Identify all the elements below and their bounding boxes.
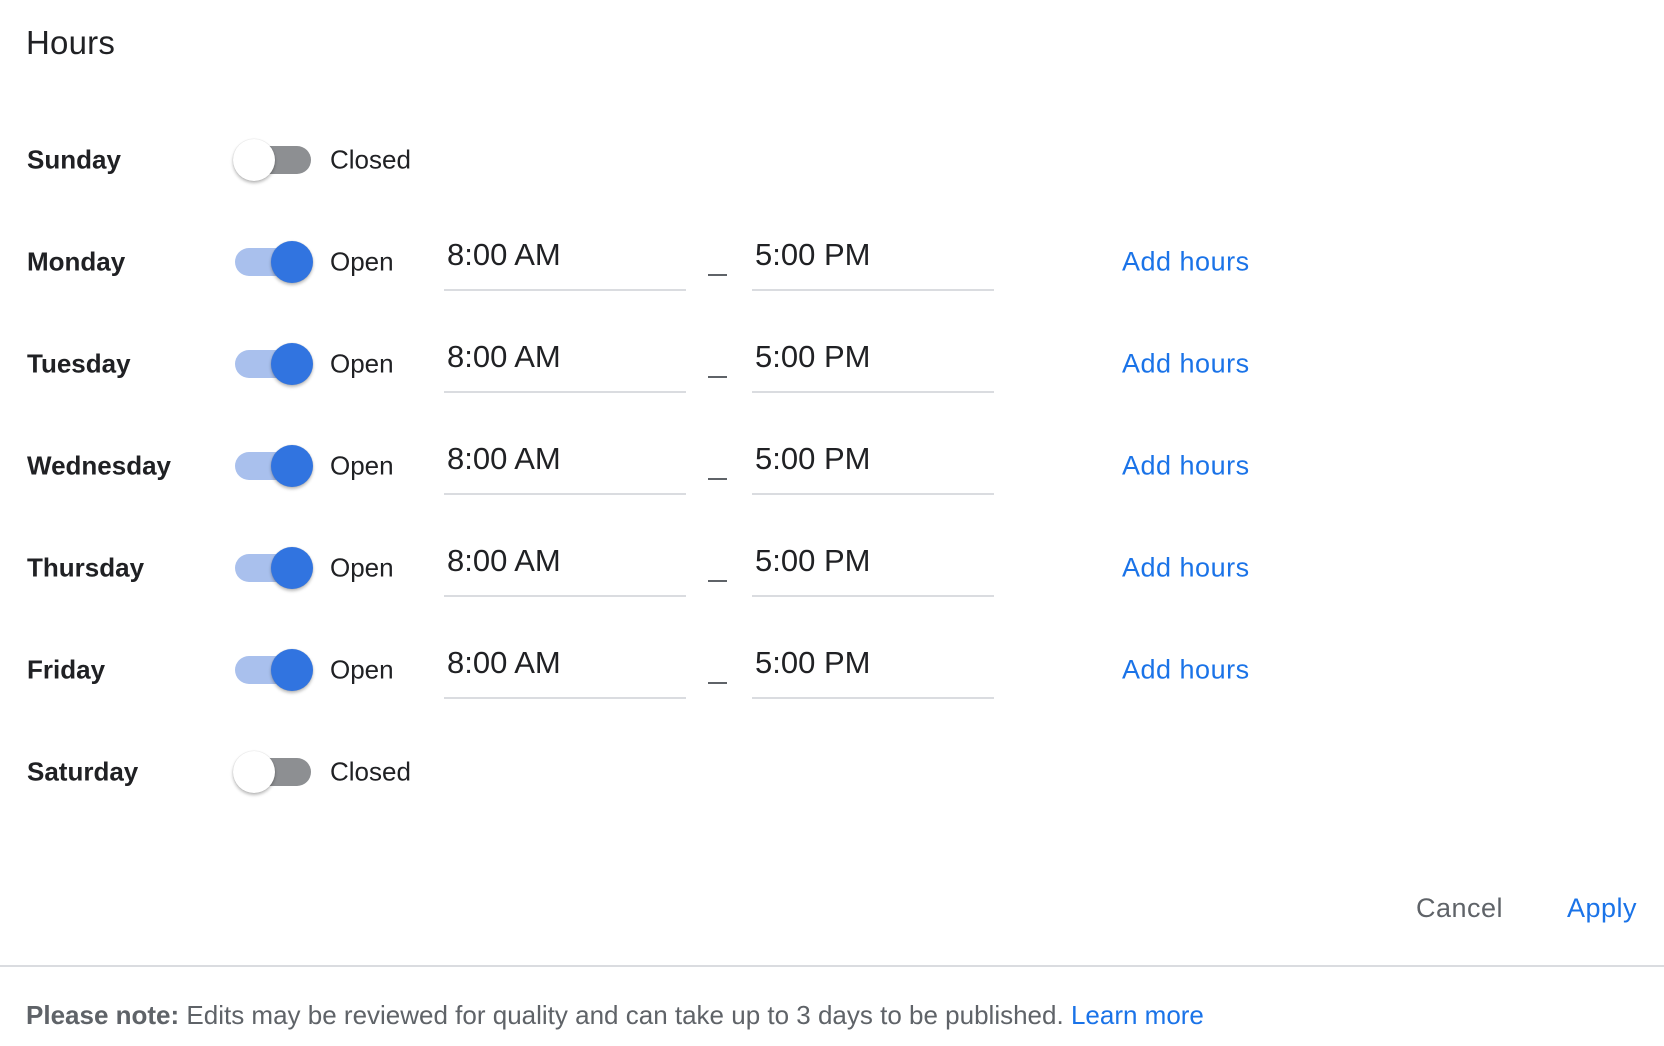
open-toggle[interactable] (235, 649, 313, 691)
range-dash (708, 682, 727, 684)
close-time-value: 5:00 PM (755, 237, 871, 272)
close-time-input[interactable]: 5:00 PM (752, 335, 994, 393)
note-text: Edits may be reviewed for quality and ca… (179, 1000, 1071, 1030)
day-label: Monday (27, 246, 126, 277)
close-time-value: 5:00 PM (755, 441, 871, 476)
day-row-tuesday: Tuesday Open 8:00 AM 5:00 PM Add hours (0, 329, 1664, 399)
open-time-input[interactable]: 8:00 AM (444, 539, 686, 597)
open-toggle[interactable] (235, 241, 313, 283)
open-state-label: Open (330, 246, 394, 277)
open-time-input[interactable]: 8:00 AM (444, 437, 686, 495)
open-time-value: 8:00 AM (447, 645, 561, 680)
open-toggle[interactable] (233, 139, 311, 181)
dialog-title: Hours (26, 24, 116, 61)
close-time-value: 5:00 PM (755, 645, 871, 680)
apply-button[interactable]: Apply (1567, 893, 1637, 924)
close-time-input[interactable]: 5:00 PM (752, 539, 994, 597)
open-state-label: Open (330, 552, 394, 583)
open-state-label: Open (330, 450, 394, 481)
toggle-knob (271, 649, 313, 691)
divider (0, 965, 1664, 967)
open-toggle[interactable] (233, 751, 311, 793)
close-time-value: 5:00 PM (755, 339, 871, 374)
day-label: Sunday (27, 144, 121, 175)
cancel-button[interactable]: Cancel (1416, 893, 1503, 924)
range-dash (708, 478, 727, 480)
open-state-label: Open (330, 654, 394, 685)
open-toggle[interactable] (235, 547, 313, 589)
day-label: Saturday (27, 756, 139, 787)
day-row-friday: Friday Open 8:00 AM 5:00 PM Add hours (0, 635, 1664, 705)
toggle-knob (233, 139, 275, 181)
day-label: Tuesday (27, 348, 131, 379)
footer-note: Please note: Edits may be reviewed for q… (26, 1000, 1204, 1031)
day-row-monday: Monday Open 8:00 AM 5:00 PM Add hours (0, 227, 1664, 297)
day-row-thursday: Thursday Open 8:00 AM 5:00 PM Add hours (0, 533, 1664, 603)
close-time-input[interactable]: 5:00 PM (752, 641, 994, 699)
range-dash (708, 376, 727, 378)
add-hours-button[interactable]: Add hours (1122, 349, 1250, 380)
open-state-label: Closed (330, 144, 411, 175)
day-label: Thursday (27, 552, 145, 583)
open-state-label: Open (330, 348, 394, 379)
add-hours-button[interactable]: Add hours (1122, 247, 1250, 278)
open-toggle[interactable] (235, 445, 313, 487)
open-time-input[interactable]: 8:00 AM (444, 335, 686, 393)
toggle-knob (271, 343, 313, 385)
day-row-wednesday: Wednesday Open 8:00 AM 5:00 PM Add hours (0, 431, 1664, 501)
day-row-saturday: Saturday Closed (0, 737, 1664, 807)
close-time-input[interactable]: 5:00 PM (752, 233, 994, 291)
add-hours-button[interactable]: Add hours (1122, 451, 1250, 482)
open-state-label: Closed (330, 756, 411, 787)
toggle-knob (233, 751, 275, 793)
add-hours-button[interactable]: Add hours (1122, 553, 1250, 584)
range-dash (708, 274, 727, 276)
open-time-value: 8:00 AM (447, 237, 561, 272)
toggle-knob (271, 547, 313, 589)
open-time-input[interactable]: 8:00 AM (444, 233, 686, 291)
close-time-input[interactable]: 5:00 PM (752, 437, 994, 495)
toggle-knob (271, 445, 313, 487)
day-label: Wednesday (27, 450, 172, 481)
open-time-value: 8:00 AM (447, 543, 561, 578)
range-dash (708, 580, 727, 582)
day-label: Friday (27, 654, 106, 685)
day-row-sunday: Sunday Closed (0, 125, 1664, 195)
note-prefix: Please note: (26, 1000, 180, 1030)
open-time-value: 8:00 AM (447, 339, 561, 374)
open-time-value: 8:00 AM (447, 441, 561, 476)
add-hours-button[interactable]: Add hours (1122, 655, 1250, 686)
learn-more-link[interactable]: Learn more (1071, 1000, 1204, 1030)
open-toggle[interactable] (235, 343, 313, 385)
toggle-knob (271, 241, 313, 283)
open-time-input[interactable]: 8:00 AM (444, 641, 686, 699)
close-time-value: 5:00 PM (755, 543, 871, 578)
